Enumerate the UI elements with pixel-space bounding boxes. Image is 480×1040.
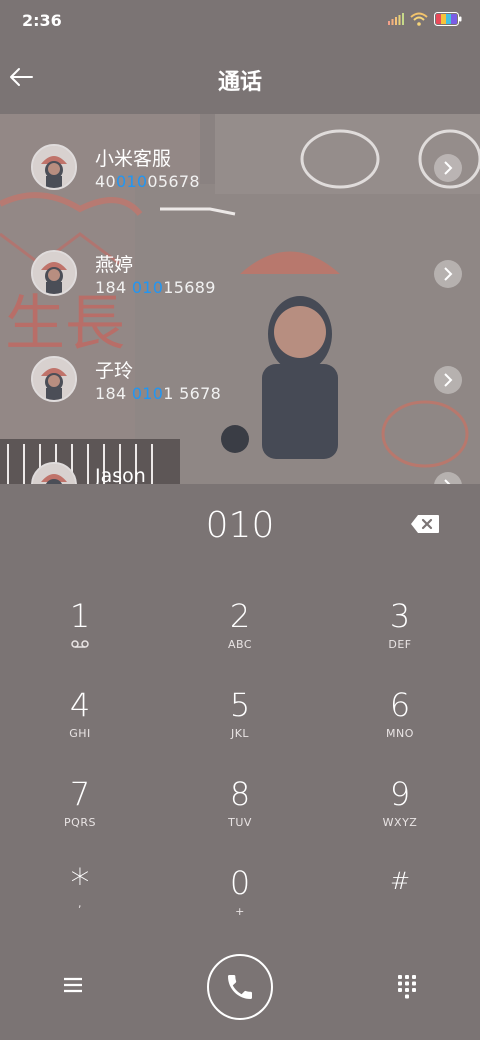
key-digit: * — [70, 861, 90, 905]
contact-name: Jason — [95, 465, 146, 484]
key-digit: 4 — [69, 686, 91, 724]
dialed-number: 010 — [205, 505, 275, 546]
number-suffix: 15689 — [163, 278, 216, 297]
key-letters: DEF — [388, 638, 412, 651]
number-suffix: 1 5678 — [163, 384, 222, 403]
chevron-right-icon[interactable] — [434, 366, 462, 394]
call-button[interactable] — [207, 954, 273, 1020]
key-letters: , — [78, 897, 82, 910]
contact-name: 小米客服 — [95, 148, 172, 170]
key-3[interactable]: 3 DEF — [340, 598, 460, 682]
contact-suggestions: 生長 小米客服 4001005678 燕婷 184 01015689 子玲 18… — [0, 114, 480, 484]
contact-number: 184 01015689 — [95, 278, 216, 297]
key-6[interactable]: 6 MNO — [340, 687, 460, 771]
backspace-icon[interactable] — [410, 514, 444, 540]
battery-icon — [434, 12, 462, 26]
key-digit: 6 — [389, 686, 411, 724]
contact-number: 4001005678 — [95, 172, 200, 191]
key-digit: 7 — [69, 775, 91, 813]
key-letters: MNO — [386, 727, 414, 740]
contact-avatar — [31, 462, 77, 484]
key-digit: 5 — [229, 686, 251, 724]
menu-icon[interactable] — [60, 972, 86, 998]
number-prefix: 184 — [95, 384, 132, 403]
key-star[interactable]: * , — [20, 861, 140, 949]
key-digit: 9 — [389, 775, 411, 813]
chevron-right-icon[interactable] — [434, 154, 462, 182]
contact-row[interactable]: 小米客服 4001005678 — [0, 114, 480, 220]
key-8[interactable]: 8 TUV — [180, 776, 300, 860]
key-letters: WXYZ — [382, 816, 418, 829]
key-2[interactable]: 2 ABC — [180, 598, 300, 682]
status-time: 2:36 — [22, 11, 62, 30]
number-match-highlight: 010 — [131, 278, 164, 297]
contact-name: 燕婷 — [95, 254, 134, 276]
key-digit: 3 — [389, 597, 411, 635]
number-match-highlight: 010 — [115, 172, 148, 191]
contact-avatar — [31, 356, 77, 402]
key-digit: 8 — [229, 775, 251, 813]
keypad-icon[interactable] — [393, 972, 421, 1000]
key-9[interactable]: 9 WXYZ — [340, 776, 460, 860]
key-0[interactable]: 0 + — [180, 865, 300, 949]
key-letters: PQRS — [64, 816, 96, 829]
number-match-highlight: 010 — [131, 384, 164, 403]
page-title: 通话 — [217, 70, 262, 95]
contact-row[interactable]: Jason — [0, 432, 480, 484]
status-icons — [388, 12, 462, 26]
key-digit: 0 — [229, 864, 251, 902]
key-7[interactable]: 7 PQRS — [20, 776, 140, 860]
key-letters: JKL — [230, 727, 250, 740]
key-digit: # — [389, 867, 411, 895]
number-suffix: 05678 — [147, 172, 200, 191]
contact-name: 子玲 — [95, 360, 134, 382]
phone-icon — [228, 975, 252, 999]
chevron-right-icon[interactable] — [434, 472, 462, 484]
voicemail-icon — [20, 638, 140, 651]
contact-avatar — [31, 144, 77, 190]
signal-icon — [388, 13, 404, 25]
key-5[interactable]: 5 JKL — [180, 687, 300, 771]
wifi-icon — [410, 12, 428, 26]
status-bar: 2:36 — [0, 0, 480, 44]
bottom-action-bar — [0, 950, 480, 1030]
header: 通话 — [0, 44, 480, 114]
contact-avatar — [31, 250, 77, 296]
key-letters: + — [235, 905, 245, 918]
key-1[interactable]: 1 — [20, 598, 140, 682]
number-prefix: 40 — [95, 172, 116, 191]
key-letters: ABC — [227, 638, 253, 651]
key-digit: 1 — [69, 597, 91, 635]
key-letters: GHI — [69, 727, 91, 740]
contact-number: 184 0101 5678 — [95, 384, 221, 403]
contact-row[interactable]: 燕婷 184 01015689 — [0, 220, 480, 326]
number-prefix: 184 — [95, 278, 132, 297]
key-4[interactable]: 4 GHI — [20, 687, 140, 771]
chevron-right-icon[interactable] — [434, 260, 462, 288]
key-letters: TUV — [228, 816, 252, 829]
key-digit: 2 — [229, 597, 251, 635]
contact-row[interactable]: 子玲 184 0101 5678 — [0, 326, 480, 432]
key-hash[interactable]: # — [340, 865, 460, 949]
